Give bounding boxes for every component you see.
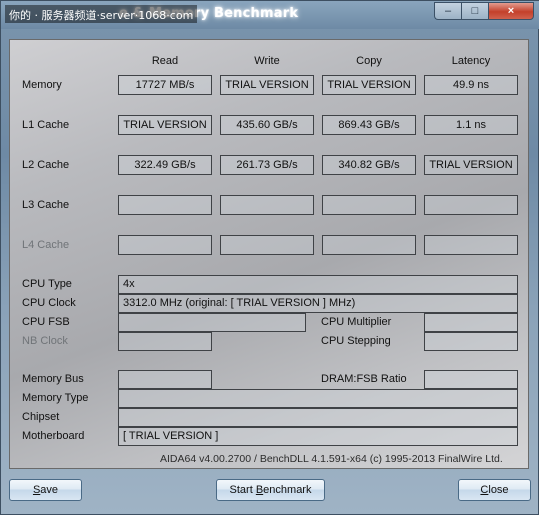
close-button-rest: lose (488, 484, 509, 496)
save-button[interactable]: Save (9, 479, 82, 501)
column-header-latency: Latency (451, 55, 491, 67)
cpu-type-value: 4x (118, 275, 518, 294)
memory-type-label: Memory Type (22, 392, 89, 404)
l4-copy-value (322, 235, 416, 255)
l2-write-value: 261.73 GB/s (220, 155, 314, 175)
dram-fsb-ratio-label: DRAM:FSB Ratio (321, 373, 407, 385)
l4-write-value (220, 235, 314, 255)
row-label-l4-cache: L4 Cache (22, 239, 70, 251)
chipset-value (118, 408, 518, 427)
watermark-overlay: 你的 · 服务器频道·server·1068·com (5, 5, 198, 23)
column-header-write: Write (254, 55, 280, 67)
cpu-type-label: CPU Type (22, 278, 72, 290)
memory-write-value: TRIAL VERSION (220, 75, 314, 95)
copyright-text: AIDA64 v4.00.2700 / BenchDLL 4.1.591-x64… (160, 453, 503, 465)
row-label-l1-cache: L1 Cache (22, 119, 70, 131)
start-button-rest: enchmark (263, 484, 312, 496)
motherboard-label: Motherboard (22, 430, 85, 442)
motherboard-value: [ TRIAL VERSION ] (118, 427, 518, 446)
l2-copy-value: 340.82 GB/s (322, 155, 416, 175)
l3-read-value (118, 195, 212, 215)
l4-latency-value (424, 235, 518, 255)
start-button-prefix: Start (229, 484, 256, 496)
l1-copy-value: 869.43 GB/s (322, 115, 416, 135)
cpu-stepping-label: CPU Stepping (321, 335, 391, 347)
close-button[interactable]: Close (458, 479, 531, 501)
cpu-stepping-value (424, 332, 518, 351)
row-label-l2-cache: L2 Cache (22, 159, 70, 171)
l2-latency-value: TRIAL VERSION (424, 155, 518, 175)
memory-latency-value: 49.9 ns (424, 75, 518, 95)
window-controls: – □ × (434, 2, 534, 20)
memory-type-value (118, 389, 518, 408)
dram-fsb-ratio-value (424, 370, 518, 389)
column-header-copy: Copy (356, 55, 382, 67)
memory-bus-value (118, 370, 212, 389)
cpu-multiplier-label: CPU Multiplier (321, 316, 392, 328)
start-benchmark-button[interactable]: Start Benchmark (216, 479, 325, 501)
close-window-button[interactable]: × (488, 2, 534, 20)
cpu-clock-label: CPU Clock (22, 297, 76, 309)
l1-write-value: 435.60 GB/s (220, 115, 314, 135)
cpu-multiplier-value (424, 313, 518, 332)
l4-read-value (118, 235, 212, 255)
column-header-read: Read (151, 55, 179, 67)
l1-read-value: TRIAL VERSION (118, 115, 212, 135)
l3-write-value (220, 195, 314, 215)
row-label-l3-cache: L3 Cache (22, 199, 70, 211)
l3-copy-value (322, 195, 416, 215)
minimize-button[interactable]: – (434, 2, 461, 20)
save-button-rest: ave (40, 484, 59, 496)
memory-copy-value: TRIAL VERSION (322, 75, 416, 95)
memory-read-value: 17727 MB/s (118, 75, 212, 95)
row-label-memory: Memory (22, 79, 62, 91)
chipset-label: Chipset (22, 411, 60, 423)
title-bar[interactable]: e & Memory Benchmark 你的 · 服务器频道·server·1… (1, 1, 539, 29)
l3-latency-value (424, 195, 518, 215)
l1-latency-value: 1.1 ns (424, 115, 518, 135)
memory-bus-label: Memory Bus (22, 373, 84, 385)
l2-read-value: 322.49 GB/s (118, 155, 212, 175)
cpu-fsb-label: CPU FSB (22, 316, 70, 328)
nb-clock-value (118, 332, 212, 351)
results-panel: Read Write Copy Latency Memory 17727 MB/… (9, 39, 529, 469)
cpu-fsb-value (118, 313, 306, 332)
cpu-clock-value: 3312.0 MHz (original: [ TRIAL VERSION ] … (118, 294, 518, 313)
maximize-button[interactable]: □ (461, 2, 488, 20)
nb-clock-label: NB Clock (22, 335, 68, 347)
benchmark-window: e & Memory Benchmark 你的 · 服务器频道·server·1… (0, 0, 539, 515)
